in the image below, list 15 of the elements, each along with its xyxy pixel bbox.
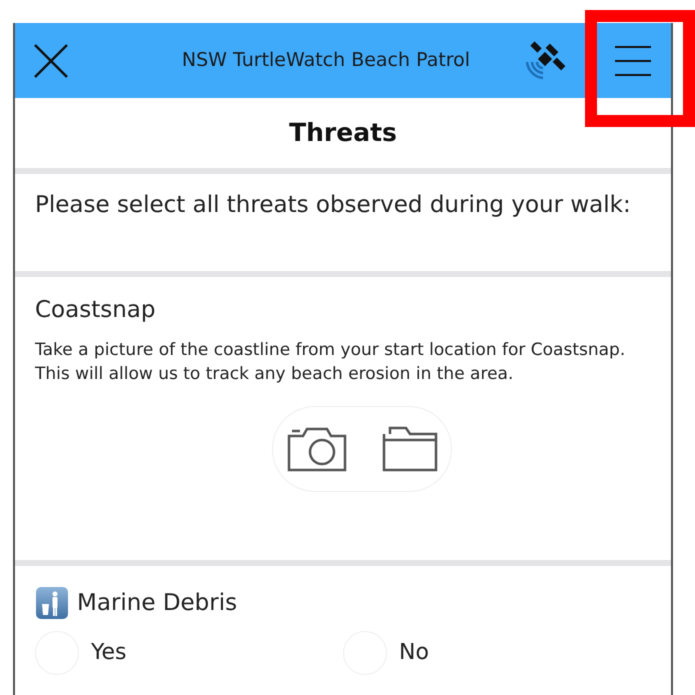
menu-icon — [614, 44, 652, 76]
app-title: NSW TurtleWatch Beach Patrol — [180, 48, 472, 74]
option-label: Yes — [91, 639, 127, 667]
camera-icon — [286, 426, 348, 472]
litter-bin-icon — [35, 586, 69, 620]
section-description: Take a picture of the coastline from your start location for Coastsnap. This will allow us to track any beach erosion in the area. — [35, 338, 626, 386]
section-title: Coastsnap — [35, 296, 156, 325]
page-title: Threats — [289, 117, 397, 150]
instruction-text: Please select all threats observed during your walk: — [35, 191, 632, 220]
close-icon — [33, 42, 69, 78]
folder-button[interactable] — [382, 426, 438, 472]
question-title: Marine Debris — [77, 589, 238, 618]
option-label: No — [399, 639, 429, 667]
folder-icon — [382, 426, 438, 472]
camera-button[interactable] — [286, 426, 348, 472]
